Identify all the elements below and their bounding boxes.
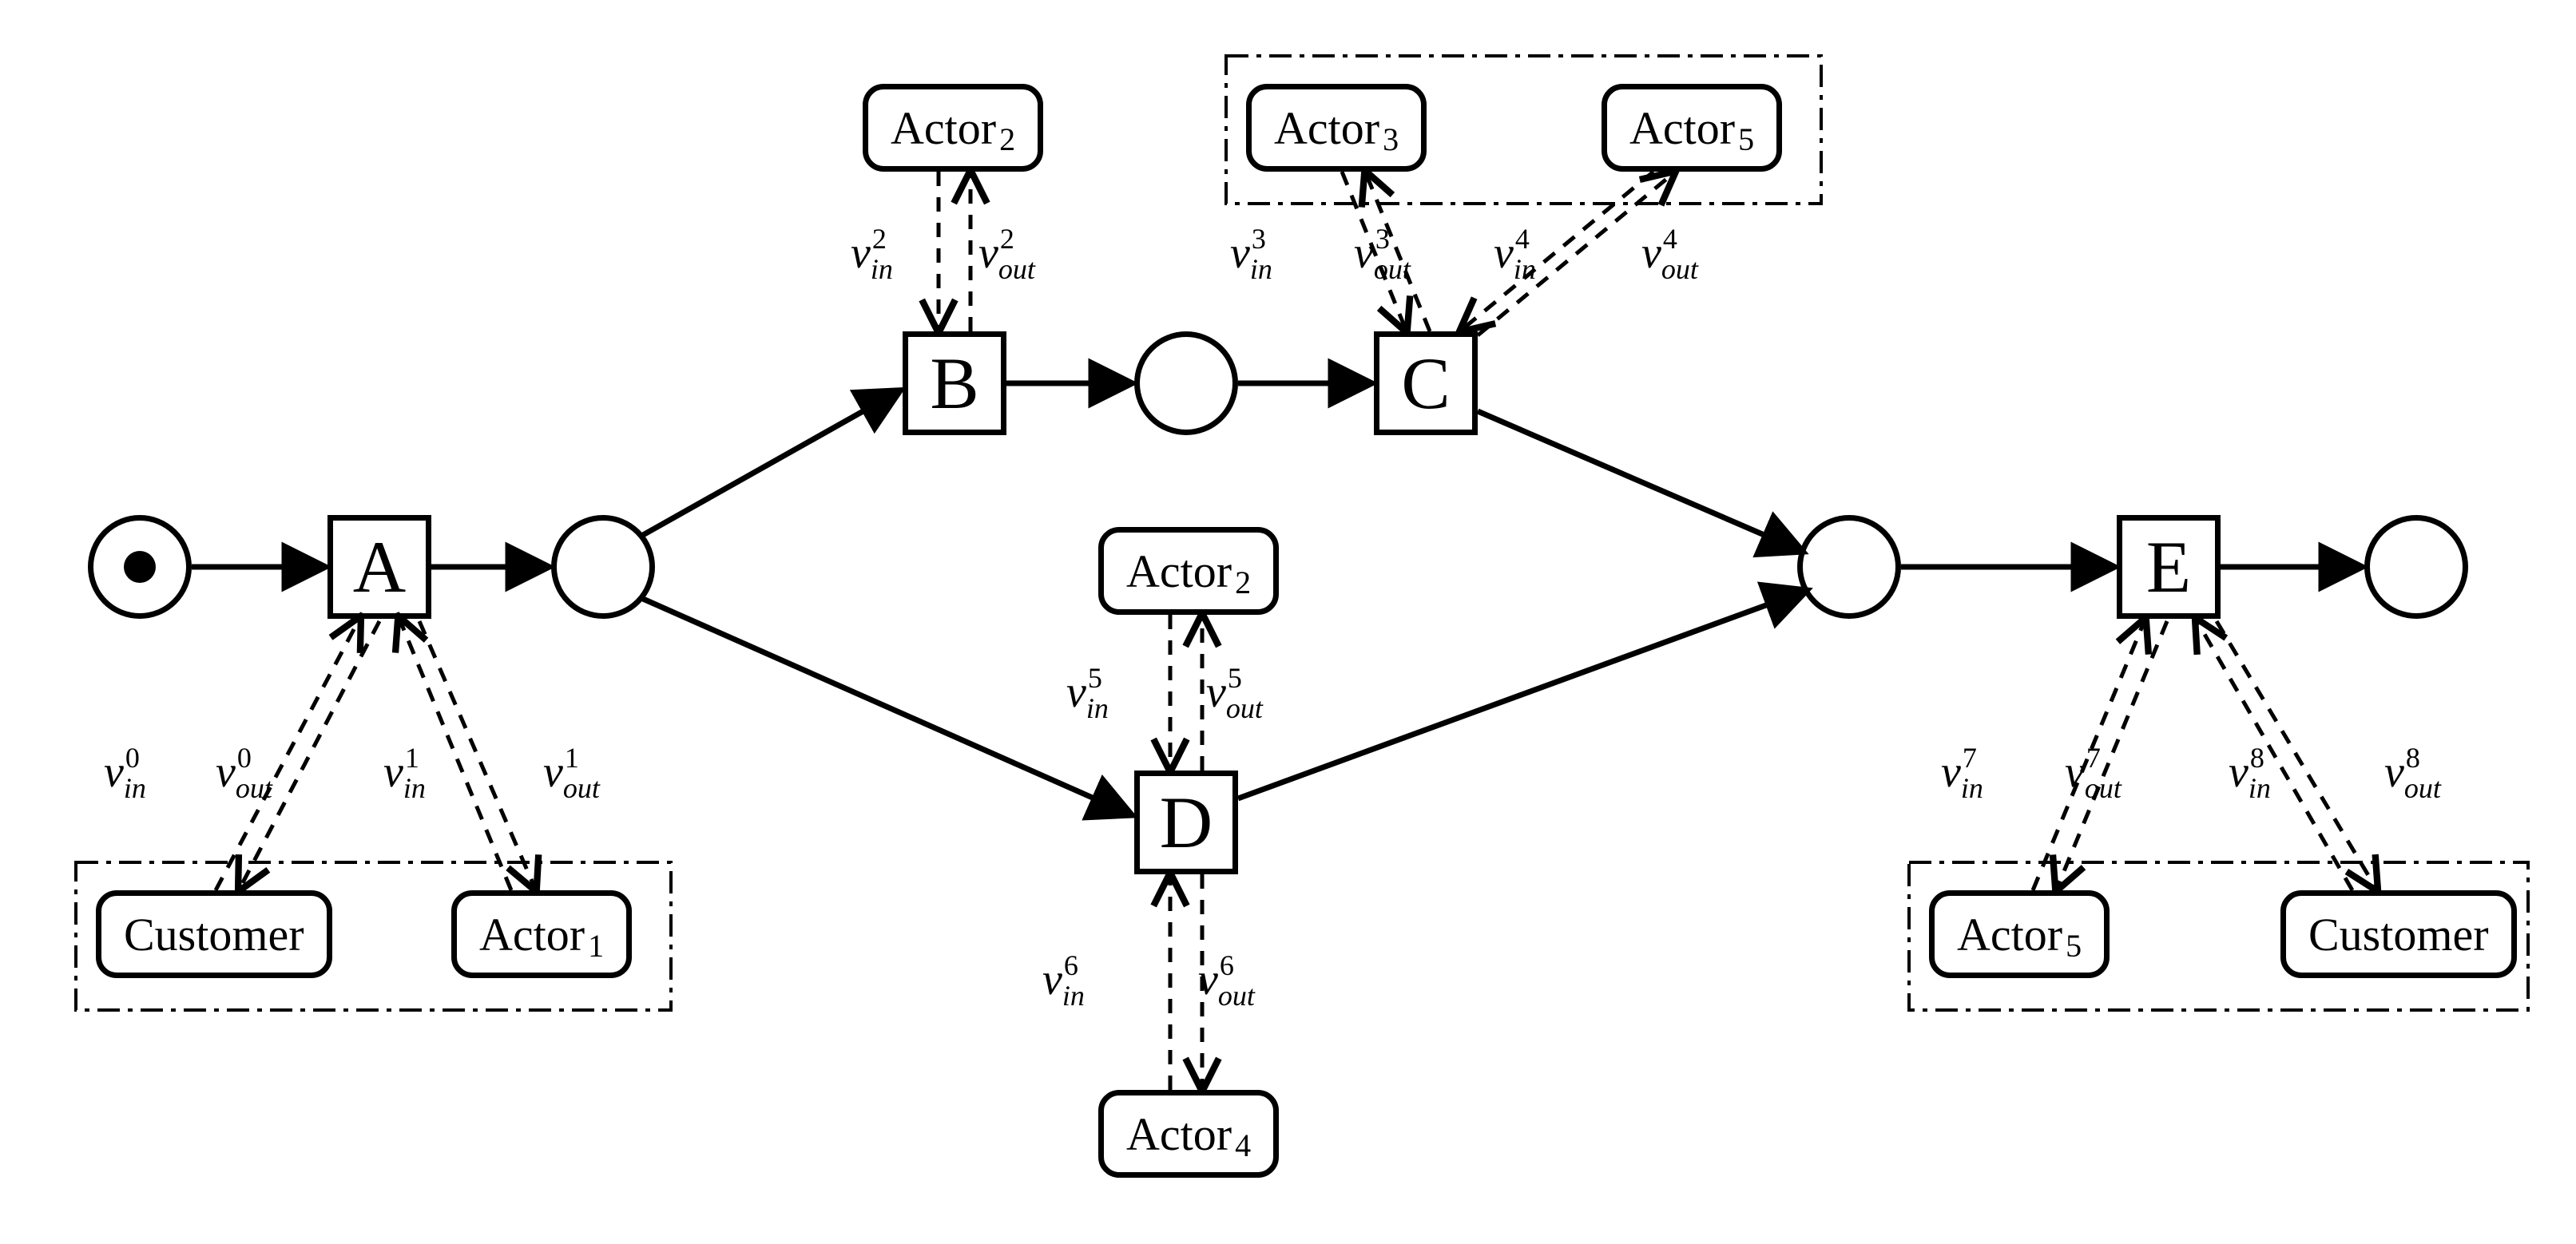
actor-customer-A: Customer: [96, 890, 332, 978]
vlabel-5-out: v5out: [1206, 667, 1263, 718]
place-after-A: [551, 515, 655, 619]
place-before-E: [1797, 515, 1901, 619]
actor-4-sub: 4: [1235, 1127, 1251, 1164]
vlabel-8-out: v8out: [2384, 747, 2441, 798]
actor-3-sub: 3: [1383, 121, 1399, 158]
actor-5-C-sub: 5: [1738, 121, 1754, 158]
vlabel-1-in: v1in: [383, 747, 426, 798]
vlabel-3-out: v3out: [1354, 228, 1411, 279]
petri-net-diagram: A B C D E Customer Actor1 Actor2 Actor3 …: [0, 0, 2576, 1244]
vlabel-4-out: v4out: [1641, 228, 1698, 279]
actor-2-D-label: Actor: [1126, 545, 1232, 598]
place-end: [2364, 515, 2468, 619]
transition-B-label: B: [930, 341, 978, 426]
actor-4: Actor4: [1098, 1090, 1279, 1178]
actor-1-label: Actor: [479, 908, 585, 961]
vlabel-5-in: v5in: [1066, 667, 1109, 718]
vlabel-7-out: v7out: [2065, 747, 2122, 798]
vlabel-6-out: v6out: [1198, 954, 1255, 1005]
place-start: [88, 515, 192, 619]
transition-C-label: C: [1401, 341, 1450, 426]
transition-E: E: [2117, 515, 2221, 619]
actor-3-label: Actor: [1274, 101, 1379, 155]
transition-D: D: [1134, 771, 1238, 874]
actor-2-D-sub: 2: [1235, 564, 1251, 601]
actor-2-B-label: Actor: [891, 101, 996, 155]
vlabel-0-out: v0out: [216, 747, 272, 798]
actor-1-sub: 1: [588, 927, 604, 965]
edges-layer: [0, 0, 2576, 1244]
vlabel-1-out: v1out: [543, 747, 600, 798]
vlabel-7-in: v7in: [1941, 747, 1983, 798]
transition-A: A: [327, 515, 431, 619]
place-BC: [1134, 331, 1238, 435]
actor-customer-E: Customer: [2280, 890, 2517, 978]
actor-5-E: Actor5: [1929, 890, 2110, 978]
transition-A-label: A: [353, 525, 406, 609]
vlabel-2-out: v2out: [978, 228, 1035, 279]
vlabel-6-in: v6in: [1042, 954, 1085, 1005]
vlabel-0-in: v0in: [104, 747, 146, 798]
vlabel-2-in: v2in: [851, 228, 893, 279]
transition-E-label: E: [2146, 525, 2191, 609]
actor-5-C: Actor5: [1602, 84, 1782, 172]
actor-5-E-sub: 5: [2066, 927, 2082, 965]
actor-5-E-label: Actor: [1957, 908, 2062, 961]
actor-customer-E-label: Customer: [2308, 908, 2489, 961]
actor-5-C-label: Actor: [1629, 101, 1735, 155]
actor-4-label: Actor: [1126, 1107, 1232, 1161]
actor-3: Actor3: [1246, 84, 1427, 172]
actor-customer-A-label: Customer: [124, 908, 304, 961]
actor-2-D: Actor2: [1098, 527, 1279, 615]
transition-B: B: [903, 331, 1006, 435]
vlabel-3-in: v3in: [1230, 228, 1272, 279]
vlabel-8-in: v8in: [2229, 747, 2271, 798]
actor-1: Actor1: [451, 890, 632, 978]
actor-2-B-sub: 2: [999, 121, 1015, 158]
vlabel-4-in: v4in: [1494, 228, 1536, 279]
actor-2-B: Actor2: [863, 84, 1043, 172]
token-start: [124, 551, 156, 583]
transition-D-label: D: [1160, 780, 1213, 865]
transition-C: C: [1374, 331, 1478, 435]
